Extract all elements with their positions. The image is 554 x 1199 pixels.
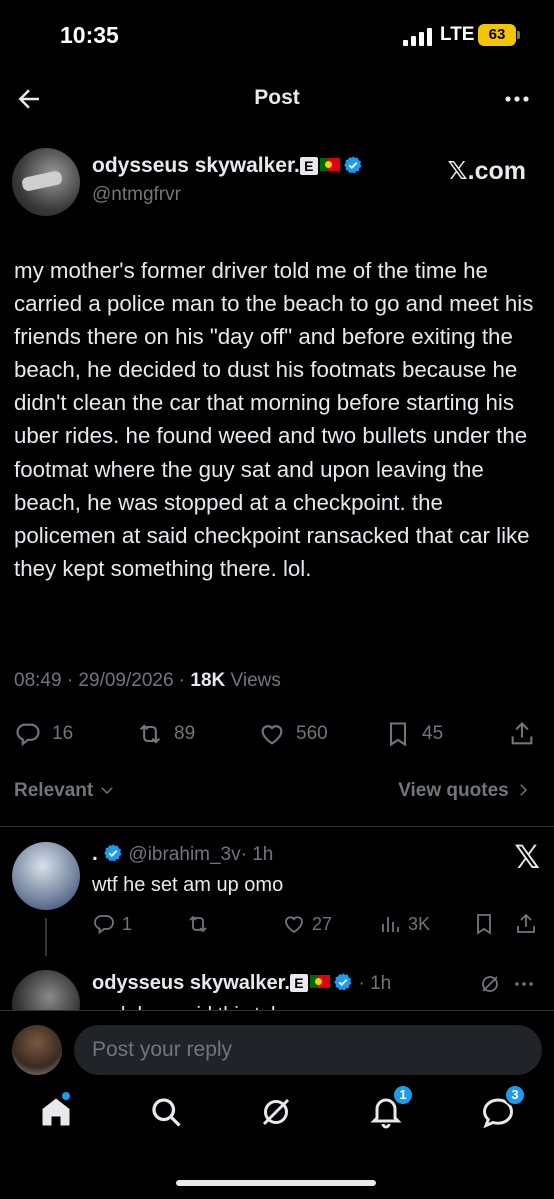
- chevron-right-icon: [520, 784, 528, 796]
- bookmark-icon: [389, 722, 407, 747]
- my-avatar: [12, 1025, 62, 1075]
- author-name-text: odysseus skywalker.: [92, 154, 300, 177]
- repost-button[interactable]: 89: [136, 718, 195, 750]
- sort-label: Relevant: [14, 780, 94, 801]
- reply-header[interactable]: odysseus skywalker. E · 1h: [92, 972, 391, 995]
- messages-badge: 3: [504, 1084, 526, 1106]
- reply-time: · 1h: [358, 973, 392, 994]
- nav-notifications[interactable]: 1: [368, 1084, 414, 1130]
- reply-reply-button[interactable]: 1: [92, 910, 132, 938]
- repost-icon: [189, 915, 207, 933]
- reply-handle[interactable]: @ibrahim_3v: [128, 844, 240, 865]
- reply-views-count: 3K: [408, 913, 431, 934]
- author-handle[interactable]: @ntmgfrvr: [92, 184, 181, 206]
- reply-actions: 1 27 3K: [0, 906, 554, 942]
- reply-avatar[interactable]: [12, 842, 80, 910]
- repost-count: 89: [174, 723, 196, 744]
- nav-search[interactable]: [148, 1094, 184, 1130]
- reply-views-button[interactable]: 3K: [378, 910, 430, 938]
- heart-icon: [261, 725, 283, 745]
- reply-bookmark-button[interactable]: [472, 910, 496, 938]
- reply-header: . @ibrahim_3v· 1h: [92, 842, 273, 866]
- label-badge: E: [289, 974, 308, 992]
- reply-time: · 1h: [240, 844, 274, 865]
- reply-like-count: 27: [312, 913, 333, 934]
- post-author: odysseus skywalker. E @ntmgfrvr 𝕏.com: [12, 148, 542, 218]
- network-label: LTE: [440, 24, 475, 45]
- post-actions: 16 89 560 45: [0, 712, 554, 756]
- nav-messages[interactable]: 3: [480, 1084, 526, 1130]
- grok-icon: [262, 1098, 290, 1126]
- signal-icon: [403, 28, 433, 46]
- x-logo-icon: 𝕏: [514, 839, 540, 875]
- bookmark-button[interactable]: 45: [384, 718, 443, 750]
- reply-input[interactable]: [74, 1025, 542, 1075]
- more-options-icon[interactable]: [502, 84, 532, 114]
- reply-count: 16: [52, 723, 74, 744]
- reply-text: wtf he set am up omo: [92, 874, 284, 896]
- reply-display-name: odysseus skywalker.: [92, 972, 290, 994]
- reply-header-actions: [478, 970, 538, 998]
- verified-badge-icon: [334, 973, 352, 991]
- verified-badge-icon: [343, 156, 362, 174]
- analytics-icon: [382, 917, 399, 932]
- portugal-flag-icon: [319, 158, 340, 171]
- reply-repost-button[interactable]: [186, 910, 210, 938]
- views-count: 18K: [190, 670, 226, 691]
- label-badge: E: [299, 157, 318, 175]
- share-icon: [511, 722, 533, 745]
- source-label: 𝕏.com: [447, 157, 527, 185]
- like-button[interactable]: 560: [258, 718, 328, 750]
- chevron-down-icon: [101, 787, 114, 795]
- view-quotes-label: View quotes: [398, 780, 509, 801]
- page-title: Post: [254, 86, 300, 109]
- home-icon: [42, 1098, 70, 1126]
- share-button[interactable]: [508, 718, 536, 750]
- view-quotes-link[interactable]: View quotes: [398, 780, 532, 802]
- repost-icon: [139, 724, 161, 744]
- author-display-name[interactable]: odysseus skywalker. E: [92, 154, 363, 178]
- post-timestamp: 08:49 · 29/09/2026 ·: [14, 670, 191, 691]
- reply-icon: [94, 915, 114, 935]
- reply-share-button[interactable]: [514, 910, 538, 938]
- verified-badge-icon: [104, 844, 122, 862]
- reply-icon: [16, 723, 40, 747]
- heart-icon: [285, 916, 303, 934]
- reply-button[interactable]: 16: [14, 718, 73, 750]
- portugal-flag-icon: [309, 975, 330, 988]
- grok-icon[interactable]: [478, 972, 502, 996]
- divider: [0, 826, 554, 827]
- home-indicator-dot: [62, 1092, 70, 1100]
- reply-like-button[interactable]: 27: [282, 910, 332, 938]
- status-time: 10:35: [60, 22, 119, 48]
- bookmark-count: 45: [422, 723, 444, 744]
- avatar[interactable]: [12, 148, 80, 216]
- views-label: Views: [225, 670, 281, 691]
- share-icon: [517, 913, 535, 933]
- bookmark-icon: [477, 914, 491, 935]
- more-options-icon[interactable]: [512, 972, 536, 996]
- status-bar: 10:35 LTE 63: [0, 0, 554, 70]
- sort-dropdown[interactable]: Relevant: [14, 780, 116, 802]
- search-icon: [152, 1098, 181, 1127]
- top-bar: Post: [0, 76, 554, 122]
- battery-icon: 63: [478, 24, 520, 46]
- reply-reply-count: 1: [122, 913, 133, 934]
- reply-display-name[interactable]: .: [92, 842, 98, 865]
- nav-grok[interactable]: [258, 1094, 294, 1130]
- post-meta: 08:49 · 29/09/2026 · 18K Views: [14, 670, 281, 692]
- nav-home[interactable]: [38, 1092, 74, 1130]
- post-text: my mother's former driver told me of the…: [14, 258, 534, 581]
- notifications-badge: 1: [392, 1084, 414, 1106]
- like-count: 560: [296, 723, 328, 744]
- home-indicator-bar: [176, 1180, 376, 1186]
- reply-compose-bar: [0, 1010, 554, 1080]
